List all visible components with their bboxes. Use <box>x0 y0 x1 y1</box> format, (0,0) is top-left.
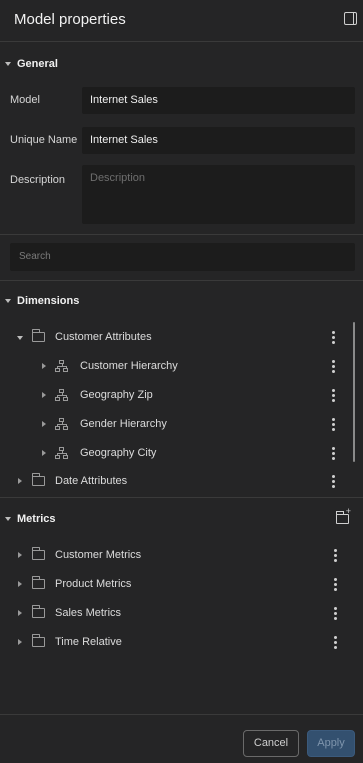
model-input[interactable]: Internet Sales <box>82 87 355 114</box>
search-input[interactable]: Search <box>10 243 355 271</box>
tree-item-product-metrics[interactable]: Product Metrics <box>0 570 352 599</box>
divider <box>0 497 363 498</box>
expand-caret-icon[interactable] <box>42 450 46 456</box>
more-options-icon[interactable] <box>332 475 336 489</box>
expand-caret-icon[interactable] <box>17 336 23 340</box>
apply-button[interactable]: Apply <box>307 730 355 757</box>
tree-item-label: Sales Metrics <box>55 607 122 619</box>
folder-icon <box>32 576 45 589</box>
divider <box>0 280 363 281</box>
more-options-icon[interactable] <box>334 607 338 621</box>
general-section-title[interactable]: General <box>17 58 58 70</box>
more-options-icon[interactable] <box>332 418 336 432</box>
tree-item-time-relative[interactable]: Time Relative <box>0 628 352 657</box>
expand-caret-icon[interactable] <box>42 363 46 369</box>
expand-caret-icon[interactable] <box>18 478 22 484</box>
tree-item-label: Geography City <box>80 447 157 459</box>
tree-item-customer-metrics[interactable]: Customer Metrics <box>0 541 352 570</box>
folder-icon <box>32 547 45 560</box>
expand-caret-icon[interactable] <box>18 581 22 587</box>
tree-item-sales-metrics[interactable]: Sales Metrics <box>0 599 352 628</box>
dimensions-section-title[interactable]: Dimensions <box>17 295 79 307</box>
hierarchy-icon <box>55 360 69 373</box>
tree-item-label: Product Metrics <box>55 578 132 590</box>
tree-item-geography-zip[interactable]: Geography Zip <box>0 381 352 410</box>
expand-caret-icon[interactable] <box>18 639 22 645</box>
add-folder-icon[interactable] <box>336 506 351 524</box>
metrics-collapse-caret-icon[interactable] <box>5 517 11 521</box>
model-label: Model <box>10 94 40 106</box>
hierarchy-icon <box>55 418 69 431</box>
folder-icon <box>32 473 45 486</box>
tree-item-customer-attributes[interactable]: Customer Attributes <box>0 323 352 352</box>
unique-name-label: Unique Name <box>10 134 78 146</box>
cancel-button[interactable]: Cancel <box>243 730 299 757</box>
more-options-icon[interactable] <box>332 389 336 403</box>
tree-item-geography-city[interactable]: Geography City <box>0 439 352 468</box>
more-options-icon[interactable] <box>332 331 336 345</box>
footer-divider <box>0 714 363 715</box>
tree-item-gender-hierarchy[interactable]: Gender Hierarchy <box>0 410 352 439</box>
panel-toggle-icon[interactable] <box>344 12 357 25</box>
expand-caret-icon[interactable] <box>42 421 46 427</box>
tree-item-label: Geography Zip <box>80 389 153 401</box>
description-label: Description <box>10 174 66 186</box>
tree-item-label: Date Attributes <box>55 475 128 487</box>
tree-item-label: Customer Attributes <box>55 331 152 343</box>
more-options-icon[interactable] <box>332 447 336 461</box>
panel-header: Model properties <box>0 0 363 42</box>
unique-name-input[interactable]: Internet Sales <box>82 127 355 154</box>
folder-icon <box>32 634 45 647</box>
tree-item-label: Customer Metrics <box>55 549 142 561</box>
dimensions-scrollbar[interactable] <box>353 322 355 462</box>
divider <box>0 234 363 235</box>
hierarchy-icon <box>55 447 69 460</box>
panel-title: Model properties <box>14 11 126 28</box>
more-options-icon[interactable] <box>332 360 336 374</box>
description-textarea[interactable]: Description <box>82 165 355 224</box>
hierarchy-icon <box>55 389 69 402</box>
general-collapse-caret-icon[interactable] <box>5 62 11 66</box>
more-options-icon[interactable] <box>334 636 338 650</box>
expand-caret-icon[interactable] <box>18 610 22 616</box>
tree-item-label: Customer Hierarchy <box>80 360 178 372</box>
tree-item-date-attributes[interactable]: Date Attributes <box>0 467 352 496</box>
expand-caret-icon[interactable] <box>18 552 22 558</box>
more-options-icon[interactable] <box>334 549 338 563</box>
metrics-section-title[interactable]: Metrics <box>17 513 56 525</box>
folder-icon <box>32 605 45 618</box>
dimensions-collapse-caret-icon[interactable] <box>5 299 11 303</box>
expand-caret-icon[interactable] <box>42 392 46 398</box>
tree-item-label: Gender Hierarchy <box>80 418 167 430</box>
tree-item-label: Time Relative <box>55 636 122 648</box>
more-options-icon[interactable] <box>334 578 338 592</box>
tree-item-customer-hierarchy[interactable]: Customer Hierarchy <box>0 352 352 381</box>
folder-icon <box>32 329 45 342</box>
